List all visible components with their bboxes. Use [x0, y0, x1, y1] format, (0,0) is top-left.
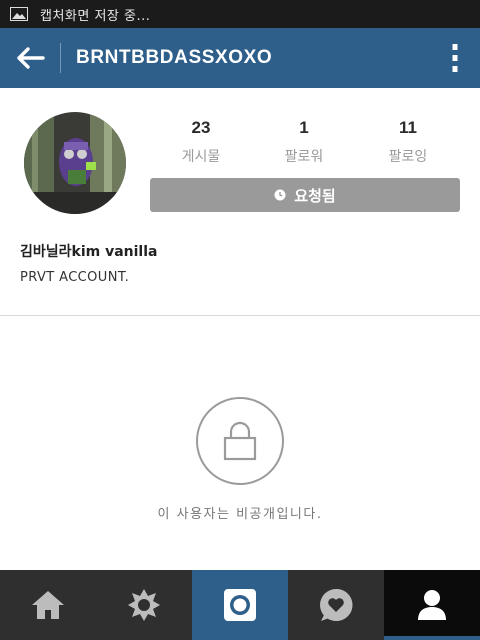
followers-label: 팔로워: [284, 149, 324, 165]
following-label: 팔로잉: [388, 149, 428, 165]
requested-button-label: 요청됨: [294, 186, 336, 205]
following-stat[interactable]: 11 팔로잉: [353, 118, 463, 166]
header-divider: [60, 43, 61, 73]
section-divider: [0, 315, 480, 316]
clock-icon: [274, 189, 286, 201]
back-arrow-icon: [17, 47, 45, 69]
nav-activity[interactable]: [288, 570, 384, 640]
nav-explore[interactable]: [96, 570, 192, 640]
lock-icon: [223, 421, 257, 461]
top-app-bar: BRNTBBDASSXOXO: [0, 28, 480, 88]
nav-profile[interactable]: [384, 570, 480, 640]
posts-label: 게시물: [181, 149, 221, 165]
profile-bio: PRVT ACCOUNT.: [20, 270, 130, 285]
followers-stat[interactable]: 1 팔로워: [249, 118, 359, 166]
requested-button[interactable]: 요청됨: [150, 178, 460, 212]
nav-camera[interactable]: [192, 570, 288, 640]
status-notification-text: 캡처화면 저장 중...: [40, 8, 151, 24]
followers-count: 1: [299, 118, 309, 137]
explore-icon: [128, 589, 160, 621]
back-button[interactable]: [0, 28, 60, 88]
more-vertical-icon: [452, 44, 458, 72]
image-notification-icon: [10, 7, 28, 21]
posts-count: 23: [191, 118, 211, 137]
profile-icon: [418, 590, 446, 620]
private-account-message: 이 사용자는 비공개입니다.: [157, 507, 323, 522]
profile-username: BRNTBBDASSXOXO: [76, 47, 273, 68]
nav-home[interactable]: [0, 570, 96, 640]
more-options-button[interactable]: [430, 28, 480, 88]
camera-icon: [224, 589, 256, 621]
avatar[interactable]: [24, 112, 126, 214]
activity-icon: [320, 588, 353, 621]
avatar-photo: [24, 112, 126, 214]
status-bar: 캡처화면 저장 중...: [0, 0, 480, 28]
home-icon: [32, 591, 64, 619]
private-lock-badge: [196, 397, 284, 485]
posts-stat[interactable]: 23 게시물: [146, 118, 256, 166]
bottom-navigation: [0, 570, 480, 640]
following-count: 11: [399, 118, 417, 137]
profile-full-name: 김바닐라kim vanilla: [20, 244, 158, 260]
